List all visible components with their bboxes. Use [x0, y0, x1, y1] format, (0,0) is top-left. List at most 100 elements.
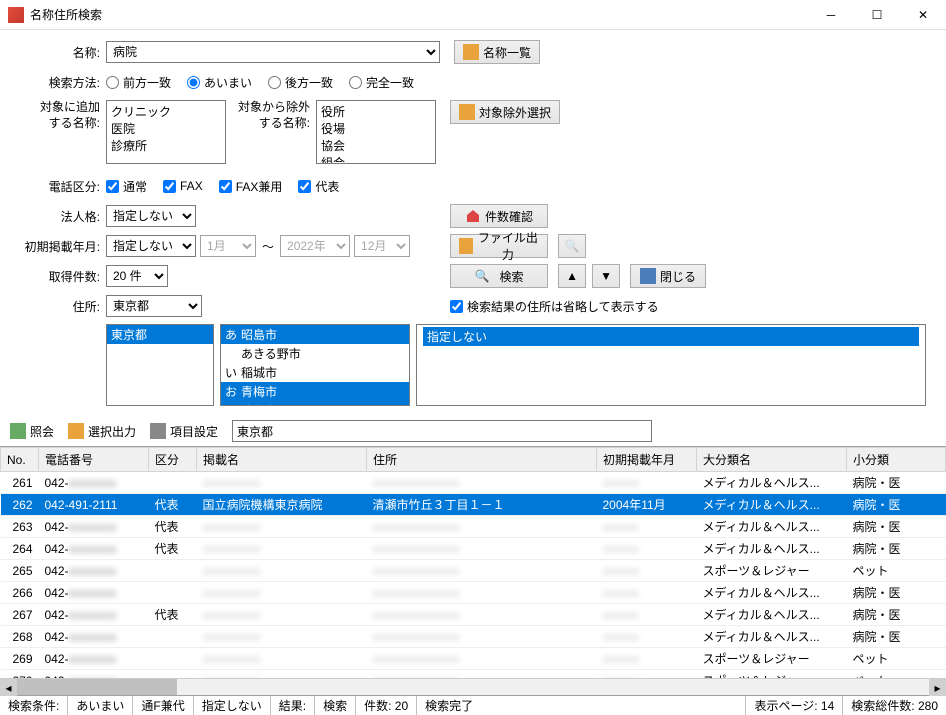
h-scrollbar[interactable]: ◂ ▸	[0, 678, 946, 695]
export-button[interactable]: ファイル出力	[450, 234, 548, 258]
pref-combo[interactable]: 東京都	[106, 295, 202, 317]
col-cat1[interactable]: 大分類名	[697, 448, 847, 472]
include-label: 対象に追加する名称:	[20, 100, 100, 131]
search-button[interactable]: 🔍検索	[450, 264, 548, 288]
folder-icon	[68, 423, 84, 439]
folder-open-icon	[459, 238, 473, 254]
city-listbox[interactable]: あ昭島市あきる野市い稲城市お青梅市き清瀬市	[220, 324, 410, 406]
status-search-label: 検索	[315, 696, 356, 715]
name-label: 名称:	[20, 44, 100, 61]
exclude-select-button[interactable]: 対象除外選択	[450, 100, 560, 124]
check-faxcombo[interactable]: FAX兼用	[219, 178, 283, 195]
up-button[interactable]: ▲	[558, 264, 586, 288]
name-combo[interactable]: 病院	[106, 41, 440, 63]
check-rep[interactable]: 代表	[298, 178, 339, 195]
col-name[interactable]: 掲載名	[197, 448, 367, 472]
ym-to-year[interactable]: 2022年	[280, 235, 350, 257]
grid-icon	[150, 423, 166, 439]
col-kubun[interactable]: 区分	[149, 448, 197, 472]
ym-from-month[interactable]: 1月	[200, 235, 256, 257]
scroll-thumb[interactable]	[17, 679, 177, 695]
radio-suffix[interactable]: 後方一致	[268, 74, 333, 91]
status-phone: 通F兼代	[133, 696, 193, 715]
count-label: 取得件数:	[20, 268, 100, 285]
result-table-wrap[interactable]: No. 電話番号 区分 掲載名 住所 初期掲載年月 大分類名 小分類 26104…	[0, 446, 946, 678]
titlebar: 名称住所検索 ─ ☐ ✕	[0, 0, 946, 30]
down-button[interactable]: ▼	[592, 264, 620, 288]
check-normal[interactable]: 通常	[106, 178, 147, 195]
status-total: 検索総件数: 280	[843, 696, 946, 715]
table-row[interactable]: 269042-xxxxxxxx○○○○○○○○○○○○○○○○○○○○○○○○○…	[1, 648, 946, 670]
search-method-label: 検索方法:	[20, 74, 100, 91]
table-row[interactable]: 265042-xxxxxxxx○○○○○○○○○○○○○○○○○○○○○○○○○…	[1, 560, 946, 582]
table-row[interactable]: 266042-xxxxxxxx○○○○○○○○○○○○○○○○○○○○○○○○○…	[1, 582, 946, 604]
close-button[interactable]: ✕	[900, 0, 946, 30]
maximize-button[interactable]: ☐	[854, 0, 900, 30]
statusbar: 検索条件: あいまい 通F兼代 指定しない 結果: 検索 件数: 20 検索完了…	[0, 695, 946, 715]
radio-prefix[interactable]: 前方一致	[106, 74, 171, 91]
scroll-left[interactable]: ◂	[0, 679, 17, 696]
table-row[interactable]: 267042-xxxxxxxx代表○○○○○○○○○○○○○○○○○○○○○○○…	[1, 604, 946, 626]
col-addr[interactable]: 住所	[367, 448, 597, 472]
ym-from-era[interactable]: 指定しない	[106, 235, 196, 257]
city-item[interactable]: お青梅市	[221, 382, 409, 401]
col-cat2[interactable]: 小分類	[847, 448, 946, 472]
subarea-item[interactable]: 指定しない	[423, 327, 919, 346]
col-phone[interactable]: 電話番号	[39, 448, 149, 472]
subarea-box: 指定しない	[416, 324, 926, 406]
door-icon	[640, 268, 656, 284]
include-textarea[interactable]: クリニック 医院 診療所	[106, 100, 226, 164]
count-combo[interactable]: 20 件	[106, 265, 168, 287]
colset-link[interactable]: 項目設定	[150, 423, 218, 440]
radio-exact[interactable]: 完全一致	[349, 74, 414, 91]
col-no[interactable]: No.	[1, 448, 39, 472]
browse-link[interactable]: 照会	[10, 423, 54, 440]
check-fax[interactable]: FAX	[163, 179, 203, 193]
magnifier-button[interactable]: 🔍	[558, 234, 586, 258]
toolbar: 照会 選択出力 項目設定	[0, 416, 946, 446]
addr-label: 住所:	[20, 298, 100, 315]
path-input[interactable]	[232, 420, 652, 442]
table-row[interactable]: 264042-xxxxxxxx代表○○○○○○○○○○○○○○○○○○○○○○○…	[1, 538, 946, 560]
exclude-label: 対象から除外する名称:	[234, 100, 310, 131]
search-icon: 🔍	[565, 239, 580, 253]
doc-icon	[10, 423, 26, 439]
city-item[interactable]: き清瀬市	[221, 401, 409, 406]
city-item[interactable]: あきる野市	[221, 344, 409, 363]
col-ym[interactable]: 初期掲載年月	[597, 448, 697, 472]
list-icon	[463, 44, 479, 60]
table-row[interactable]: 268042-xxxxxxxx○○○○○○○○○○○○○○○○○○○○○○○○○…	[1, 626, 946, 648]
confirm-button[interactable]: 件数確認	[450, 204, 548, 228]
status-cond-label: 検索条件:	[0, 696, 68, 715]
name-list-button[interactable]: 名称一覧	[454, 40, 540, 64]
table-row[interactable]: 263042-xxxxxxxx代表○○○○○○○○○○○○○○○○○○○○○○○…	[1, 516, 946, 538]
abbreviate-check[interactable]: 検索結果の住所は省略して表示する	[450, 298, 659, 315]
app-icon	[8, 7, 24, 23]
status-page: 表示ページ: 14	[746, 696, 843, 715]
city-item[interactable]: い稲城市	[221, 363, 409, 382]
result-table: No. 電話番号 区分 掲載名 住所 初期掲載年月 大分類名 小分類 26104…	[0, 447, 946, 678]
table-row[interactable]: 262042-491-2111代表国立病院機構東京病院清瀬市竹丘３丁目１－１20…	[1, 494, 946, 516]
minimize-button[interactable]: ─	[808, 0, 854, 30]
corp-label: 法人格:	[20, 208, 100, 225]
table-row[interactable]: 261042-xxxxxxxx○○○○○○○○○○○○○○○○○○○○○○○○○…	[1, 472, 946, 494]
prefecture-listbox[interactable]: 東京都	[106, 324, 214, 406]
exclude-textarea[interactable]: 役所 役場 協会 組合	[316, 100, 436, 164]
table-row[interactable]: 270042-xxxxxxxx○○○○○○○○○○○○○○○○○○○○○○○○○…	[1, 670, 946, 679]
ym-label: 初期掲載年月:	[20, 238, 100, 255]
status-corp: 指定しない	[194, 696, 271, 715]
corporate-combo[interactable]: 指定しない	[106, 205, 196, 227]
close-panel-button[interactable]: 閉じる	[630, 264, 706, 288]
status-count: 件数: 20	[356, 696, 417, 715]
status-cond: あいまい	[68, 696, 133, 715]
ym-to-month[interactable]: 12月	[354, 235, 410, 257]
radio-fuzzy[interactable]: あいまい	[187, 74, 252, 91]
city-item[interactable]: あ昭島市	[221, 325, 409, 344]
status-done: 検索完了	[417, 696, 746, 715]
scroll-right[interactable]: ▸	[929, 679, 946, 696]
search-icon: 🔍	[475, 269, 490, 283]
status-result-label: 結果:	[271, 696, 315, 715]
pref-item[interactable]: 東京都	[107, 325, 213, 344]
folder-icon	[459, 104, 475, 120]
selout-link[interactable]: 選択出力	[68, 423, 136, 440]
